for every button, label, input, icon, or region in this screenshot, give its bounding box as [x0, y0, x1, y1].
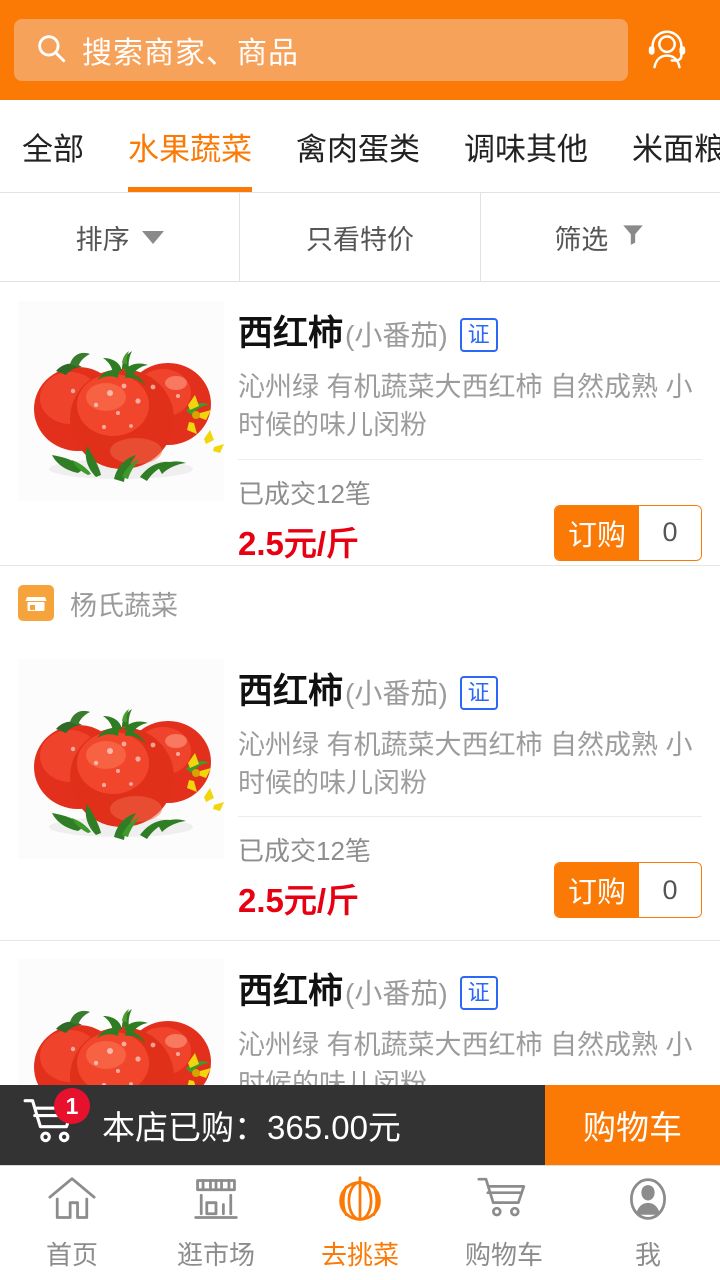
tab-me[interactable]: 我 [576, 1166, 720, 1280]
pumpkin-icon [333, 1175, 387, 1228]
cart-icon [477, 1175, 531, 1228]
order-button[interactable]: 订购 [555, 505, 639, 560]
product-info: 西红柿 (小番茄) 证 沁州绿 有机蔬菜大西红柿 自然成熟 小时候的味儿闵粉 已… [238, 301, 702, 565]
order-control[interactable]: 订购 0 [554, 862, 702, 919]
filter-bar: 排序 只看特价 筛选 [0, 192, 720, 282]
home-icon [45, 1175, 99, 1228]
cart-badge: 1 [54, 1088, 90, 1124]
category-tab-1[interactable]: 水果蔬菜 [128, 100, 252, 192]
tab-home-label: 首页 [45, 1239, 98, 1270]
product-price-block: 已成交12笔 2.5元/斤 [238, 474, 371, 565]
product-sold-count: 已成交12笔 [238, 478, 371, 509]
search-placeholder: 搜索商家、商品 [82, 37, 299, 70]
category-tab-0[interactable]: 全部 [22, 100, 84, 192]
product-title-row: 西红柿 (小番茄) 证 [238, 305, 702, 356]
storefront-icon [18, 585, 54, 622]
search-input[interactable]: 搜索商家、商品 [14, 19, 628, 81]
order-quantity[interactable]: 0 [639, 505, 701, 560]
category-tab-label: 全部 [22, 131, 84, 167]
tab-me-label: 我 [634, 1239, 661, 1270]
shop-row[interactable]: 杨氏蔬菜 [0, 566, 720, 641]
category-tab-label: 调味其他 [464, 131, 588, 167]
cart-summary-text: 本店已购：365.00元 [102, 1109, 401, 1146]
category-tab-label: 水果蔬菜 [128, 131, 252, 167]
category-tab-label: 米面粮油 [632, 131, 720, 167]
app-screen: 搜索商家、商品 全部 水果蔬菜 禽肉蛋类 调味其他 米面粮 排序 只看特价 筛选… [0, 0, 720, 1280]
order-quantity[interactable]: 0 [639, 863, 701, 918]
customer-service-icon [644, 25, 690, 76]
go-to-cart-label: 购物车 [583, 1109, 682, 1146]
special-price-filter[interactable]: 只看特价 [240, 193, 481, 281]
product-subname: (小番茄) [345, 677, 448, 709]
cart-icon[interactable]: 1 [22, 1088, 90, 1153]
storefront-icon [189, 1175, 243, 1228]
tab-cart-label: 购物车 [464, 1239, 543, 1270]
product-title-row: 西红柿 (小番茄) 证 [238, 663, 702, 714]
tab-cart[interactable]: 购物车 [432, 1166, 576, 1280]
category-tab-3[interactable]: 调味其他 [464, 100, 588, 192]
product-price-block: 已成交12笔 2.5元/斤 [238, 831, 371, 922]
product-description: 沁州绿 有机蔬菜大西红柿 自然成熟 小时候的味儿闵粉 [238, 372, 693, 441]
product-card[interactable]: 西红柿 (小番茄) 证 沁州绿 有机蔬菜大西红柿 自然成熟 小时候的味儿闵粉 已… [0, 283, 720, 641]
funnel-icon [620, 221, 646, 254]
cart-summary-left[interactable]: 1 本店已购：365.00元 [0, 1085, 545, 1165]
cart-summary-bar: 1 本店已购：365.00元 购物车 [0, 1085, 720, 1165]
certification-badge: 证 [459, 976, 498, 1011]
tab-home[interactable]: 首页 [0, 1166, 144, 1280]
product-title-row: 西红柿 (小番茄) 证 [238, 963, 702, 1014]
category-tabs: 全部 水果蔬菜 禽肉蛋类 调味其他 米面粮油 [0, 100, 720, 192]
refine-filter[interactable]: 筛选 [481, 193, 720, 281]
sort-filter[interactable]: 排序 [0, 193, 241, 281]
product-card-body[interactable]: 西红柿 (小番茄) 证 沁州绿 有机蔬菜大西红柿 自然成熟 小时候的味儿闵粉 已… [0, 283, 720, 566]
bottom-tab-bar: 首页 逛市场 去挑菜 购物车 我 [0, 1165, 720, 1280]
sort-filter-label: 排序 [75, 224, 130, 255]
certification-badge: 证 [459, 318, 498, 352]
product-name: 西红柿 [238, 314, 344, 353]
order-control[interactable]: 订购 0 [554, 504, 702, 561]
app-header: 搜索商家、商品 [0, 0, 720, 100]
search-icon [34, 31, 68, 70]
tab-market-label: 逛市场 [176, 1239, 255, 1270]
product-subname: (小番茄) [345, 320, 448, 351]
product-info: 西红柿 (小番茄) 证 沁州绿 有机蔬菜大西红柿 自然成熟 小时候的味儿闵粉 已… [238, 659, 702, 923]
special-price-filter-label: 只看特价 [305, 224, 414, 255]
tab-pick-vegetables-label: 去挑菜 [320, 1239, 399, 1270]
product-price: 2.5元/斤 [238, 882, 360, 920]
product-name: 西红柿 [238, 671, 344, 711]
product-name: 西红柿 [238, 972, 344, 1012]
product-card[interactable]: 西红柿 (小番茄) 证 沁州绿 有机蔬菜大西红柿 自然成熟 小时候的味儿闵粉 已… [0, 640, 720, 942]
tomatoes-photo-svg [18, 658, 224, 859]
product-meta-row: 已成交12笔 2.5元/斤 订购 0 [238, 816, 702, 922]
category-tab-4[interactable]: 米面粮油 [632, 100, 720, 192]
product-price: 2.5元/斤 [238, 524, 360, 562]
tab-market[interactable]: 逛市场 [144, 1166, 288, 1280]
tomatoes-photo-svg [18, 301, 224, 501]
go-to-cart-button[interactable]: 购物车 [545, 1085, 720, 1165]
product-image [18, 658, 224, 859]
product-subname: (小番茄) [345, 978, 448, 1010]
order-button[interactable]: 订购 [555, 863, 639, 918]
category-tab-2[interactable]: 禽肉蛋类 [296, 100, 420, 192]
product-description: 沁州绿 有机蔬菜大西红柿 自然成熟 小时候的味儿闵粉 [238, 729, 693, 798]
product-image [18, 301, 224, 501]
person-icon [621, 1175, 675, 1228]
chevron-down-icon [141, 230, 164, 244]
product-sold-count: 已成交12笔 [238, 836, 371, 867]
product-meta-row: 已成交12笔 2.5元/斤 订购 0 [238, 458, 702, 565]
category-tab-label: 禽肉蛋类 [296, 131, 420, 167]
product-card-body[interactable]: 西红柿 (小番茄) 证 沁州绿 有机蔬菜大西红柿 自然成熟 小时候的味儿闵粉 已… [0, 640, 720, 942]
tab-pick-vegetables[interactable]: 去挑菜 [288, 1166, 432, 1280]
certification-badge: 证 [459, 675, 498, 710]
shop-name: 杨氏蔬菜 [70, 590, 178, 621]
refine-filter-label: 筛选 [554, 224, 609, 255]
customer-service-button[interactable] [628, 25, 706, 76]
